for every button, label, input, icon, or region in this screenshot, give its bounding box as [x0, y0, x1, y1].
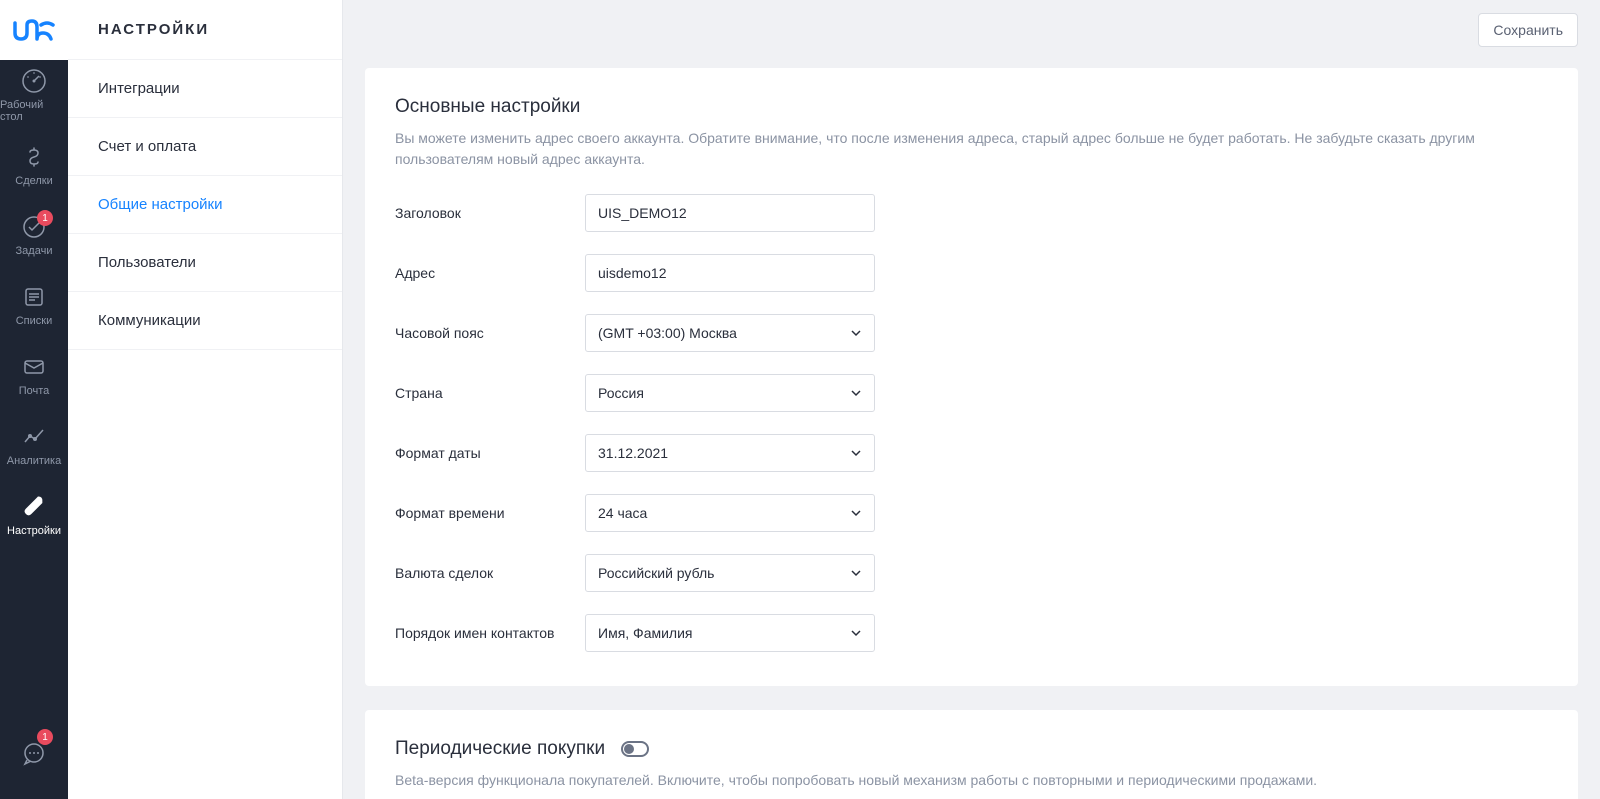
nav-item-settings[interactable]: Настройки	[0, 480, 68, 550]
analytics-icon	[20, 423, 48, 451]
select-dateformat[interactable]: 31.12.2021	[585, 434, 875, 472]
settings-icon	[20, 493, 48, 521]
select-country[interactable]: Россия	[585, 374, 875, 412]
select-value: Российский рубль	[598, 565, 714, 581]
main-area: Сохранить Основные настройки Вы можете и…	[343, 0, 1600, 799]
content-scroll[interactable]: Основные настройки Вы можете изменить ад…	[343, 60, 1600, 799]
select-value: Имя, Фамилия	[598, 625, 693, 641]
nav-item-lists[interactable]: Списки	[0, 270, 68, 340]
deals-icon	[20, 143, 48, 171]
page-title: НАСТРОЙКИ	[68, 0, 342, 60]
select-nameorder[interactable]: Имя, Фамилия	[585, 614, 875, 652]
toggle-periodic[interactable]	[621, 741, 649, 757]
mail-icon	[20, 353, 48, 381]
label-dateformat: Формат даты	[395, 445, 585, 461]
nav-label: Почта	[19, 385, 50, 397]
nav-label: Задачи	[16, 245, 53, 257]
select-timeformat[interactable]: 24 часа	[585, 494, 875, 532]
subnav-item-billing[interactable]: Счет и оплата	[68, 118, 342, 176]
input-title[interactable]	[585, 194, 875, 232]
subnav-item-communications[interactable]: Коммуникации	[68, 292, 342, 350]
select-currency[interactable]: Российский рубль	[585, 554, 875, 592]
form-row-dateformat: Формат даты 31.12.2021	[395, 434, 1548, 472]
form-row-title: Заголовок	[395, 194, 1548, 232]
nav-item-deals[interactable]: Сделки	[0, 130, 68, 200]
topbar: Сохранить	[343, 0, 1600, 60]
form-row-timeformat: Формат времени 24 часа	[395, 494, 1548, 532]
dashboard-icon	[20, 67, 48, 95]
section-title-text: Периодические покупки	[395, 738, 605, 760]
nav-item-analytics[interactable]: Аналитика	[0, 410, 68, 480]
label-currency: Валюта сделок	[395, 565, 585, 581]
form-row-address: Адрес	[395, 254, 1548, 292]
nav-label: Рабочий стол	[0, 99, 68, 123]
select-value: (GMT +03:00) Москва	[598, 325, 737, 341]
section-title-periodic: Периодические покупки	[395, 738, 1548, 760]
chat-badge: 1	[37, 729, 53, 745]
form-row-timezone: Часовой пояс (GMT +03:00) Москва	[395, 314, 1548, 352]
nav-label: Настройки	[7, 525, 61, 537]
chevron-down-icon	[850, 327, 862, 339]
chevron-down-icon	[850, 627, 862, 639]
subnav-item-integrations[interactable]: Интеграции	[68, 60, 342, 118]
nav-label: Сделки	[15, 175, 53, 187]
input-address[interactable]	[585, 254, 875, 292]
label-timezone: Часовой пояс	[395, 325, 585, 341]
label-country: Страна	[395, 385, 585, 401]
label-nameorder: Порядок имен контактов	[395, 625, 585, 641]
tasks-badge: 1	[37, 210, 53, 226]
form-row-nameorder: Порядок имен контактов Имя, Фамилия	[395, 614, 1548, 652]
section-title-main: Основные настройки	[395, 96, 1548, 118]
chevron-down-icon	[850, 567, 862, 579]
label-timeformat: Формат времени	[395, 505, 585, 521]
section-desc-main: Вы можете изменить адрес своего аккаунта…	[395, 128, 1548, 170]
lists-icon	[20, 283, 48, 311]
nav-item-tasks[interactable]: 1 Задачи	[0, 200, 68, 270]
sidebar-narrow: Рабочий стол Сделки 1 Задачи Списки Почт…	[0, 0, 68, 799]
select-value: 24 часа	[598, 505, 647, 521]
select-value: Россия	[598, 385, 644, 401]
form-row-currency: Валюта сделок Российский рубль	[395, 554, 1548, 592]
nav-item-dashboard[interactable]: Рабочий стол	[0, 60, 68, 130]
nav-label: Аналитика	[7, 455, 61, 467]
section-desc-periodic: Beta-версия функционала покупателей. Вкл…	[395, 770, 1548, 791]
chevron-down-icon	[850, 447, 862, 459]
nav-item-mail[interactable]: Почта	[0, 340, 68, 410]
chevron-down-icon	[850, 387, 862, 399]
chevron-down-icon	[850, 507, 862, 519]
form-row-country: Страна Россия	[395, 374, 1548, 412]
save-button[interactable]: Сохранить	[1478, 13, 1578, 47]
nav-item-chat[interactable]: 1	[0, 719, 68, 789]
subnav-item-general-settings[interactable]: Общие настройки	[68, 176, 342, 234]
subnav-item-users[interactable]: Пользователи	[68, 234, 342, 292]
card-main-settings: Основные настройки Вы можете изменить ад…	[365, 68, 1578, 686]
nav-label: Списки	[16, 315, 53, 327]
select-timezone[interactable]: (GMT +03:00) Москва	[585, 314, 875, 352]
logo-icon	[13, 19, 55, 41]
label-address: Адрес	[395, 265, 585, 281]
sidebar-wide: НАСТРОЙКИ Интеграции Счет и оплата Общие…	[68, 0, 343, 799]
app-logo[interactable]	[0, 0, 68, 60]
select-value: 31.12.2021	[598, 445, 668, 461]
card-periodic: Периодические покупки Beta-версия функци…	[365, 710, 1578, 799]
label-title: Заголовок	[395, 205, 585, 221]
